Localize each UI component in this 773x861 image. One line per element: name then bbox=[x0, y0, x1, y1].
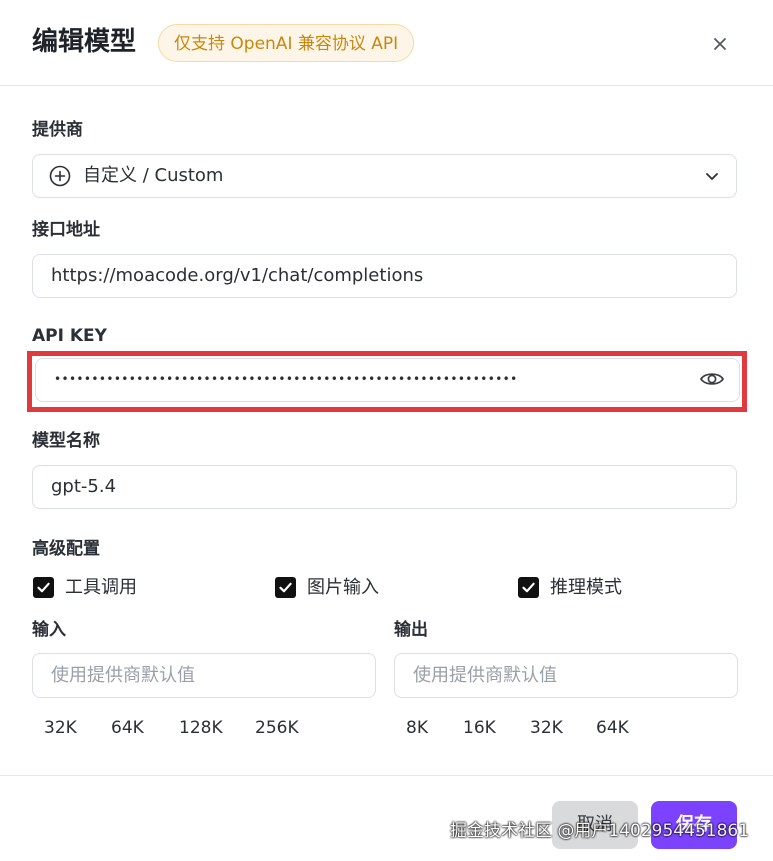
advanced-label: 高级配置 bbox=[32, 539, 100, 559]
edit-model-dialog: 编辑模型 仅支持 OpenAI 兼容协议 API 提供商 自定义 / Custo… bbox=[0, 0, 773, 861]
footer-divider bbox=[0, 775, 773, 776]
output-context-field bbox=[394, 653, 738, 698]
endpoint-value: https://moacode.org/v1/chat/completions bbox=[51, 265, 424, 286]
api-key-input[interactable]: ••••••••••••••••••••••••••••••••••••••••… bbox=[35, 358, 740, 402]
checkbox-label: 推理模式 bbox=[550, 577, 622, 598]
output-preset-64k[interactable]: 64K bbox=[596, 716, 629, 740]
model-name-value: gpt-5.4 bbox=[51, 476, 117, 497]
api-key-masked-value: ••••••••••••••••••••••••••••••••••••••••… bbox=[54, 372, 518, 386]
plus-circle-icon bbox=[49, 165, 71, 187]
endpoint-label: 接口地址 bbox=[32, 220, 100, 240]
chevron-down-icon bbox=[706, 173, 718, 180]
checkbox-checked-icon bbox=[275, 577, 296, 598]
input-preset-64k[interactable]: 64K bbox=[111, 716, 144, 740]
input-preset-128k[interactable]: 128K bbox=[179, 716, 223, 740]
input-context-label: 输入 bbox=[32, 620, 66, 640]
protocol-badge: 仅支持 OpenAI 兼容协议 API bbox=[158, 24, 415, 62]
dialog-title: 编辑模型 bbox=[32, 27, 137, 57]
output-preset-32k[interactable]: 32K bbox=[530, 716, 563, 740]
model-name-label: 模型名称 bbox=[32, 431, 100, 451]
output-preset-8k[interactable]: 8K bbox=[406, 716, 428, 740]
input-preset-32k[interactable]: 32K bbox=[44, 716, 77, 740]
dialog-header: 编辑模型 仅支持 OpenAI 兼容协议 API bbox=[0, 0, 773, 86]
input-preset-256k[interactable]: 256K bbox=[255, 716, 299, 740]
checkbox-checked-icon bbox=[518, 577, 539, 598]
model-name-input[interactable]: gpt-5.4 bbox=[32, 465, 737, 509]
endpoint-input[interactable]: https://moacode.org/v1/chat/completions bbox=[32, 254, 737, 298]
input-context-field bbox=[32, 653, 376, 698]
eye-icon[interactable] bbox=[699, 368, 725, 390]
output-preset-16k[interactable]: 16K bbox=[463, 716, 496, 740]
checkbox-label: 图片输入 bbox=[307, 577, 379, 598]
output-context-input[interactable] bbox=[395, 654, 713, 697]
api-key-label: API KEY bbox=[32, 326, 107, 346]
provider-value: 自定义 / Custom bbox=[83, 165, 224, 186]
close-icon[interactable] bbox=[706, 30, 734, 58]
checkbox-checked-icon bbox=[33, 577, 54, 598]
output-context-label: 输出 bbox=[394, 620, 428, 640]
provider-select[interactable]: 自定义 / Custom bbox=[32, 154, 737, 198]
input-context-input[interactable] bbox=[33, 654, 351, 697]
watermark: 掘金技术社区 @用户1402954451861 bbox=[450, 821, 750, 841]
provider-label: 提供商 bbox=[32, 120, 83, 140]
checkbox-label: 工具调用 bbox=[65, 577, 137, 598]
